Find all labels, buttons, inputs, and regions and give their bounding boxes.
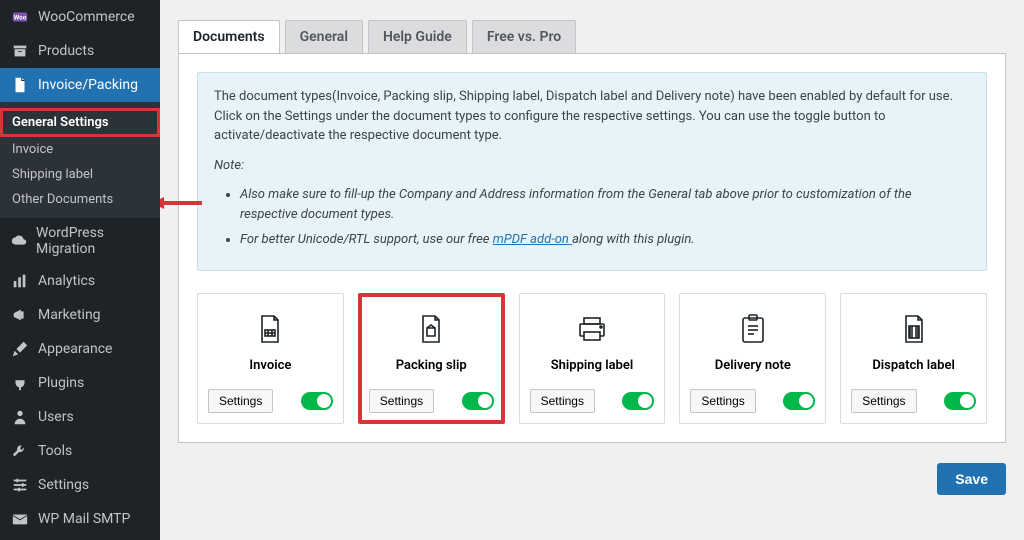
sidebar-item-label: WordPress Migration xyxy=(36,225,150,257)
sidebar-item-wordpress-migration[interactable]: WordPress Migration xyxy=(0,218,160,264)
doc-settings-button[interactable]: Settings xyxy=(369,389,434,413)
chart-icon xyxy=(10,271,30,291)
submenu-item-general-settings[interactable]: General Settings xyxy=(0,108,160,137)
sidebar-item-invoice-packing[interactable]: Invoice/Packing xyxy=(0,68,160,102)
notice-bullet-2: For better Unicode/RTL support, use our … xyxy=(240,230,970,250)
sidebar-item-label: Settings xyxy=(38,477,89,493)
brush-icon xyxy=(10,339,30,359)
doc-card-shipping-label: Shipping label Settings xyxy=(519,293,666,424)
sidebar-item-marketing[interactable]: Marketing xyxy=(0,298,160,332)
save-button[interactable]: Save xyxy=(937,463,1006,495)
sidebar-item-label: Users xyxy=(38,409,74,425)
documents-panel: The document types(Invoice, Packing slip… xyxy=(178,54,1006,443)
sidebar-item-settings[interactable]: Settings xyxy=(0,468,160,502)
sliders-icon xyxy=(10,475,30,495)
plug-icon xyxy=(10,373,30,393)
sidebar-item-products[interactable]: Products xyxy=(0,34,160,68)
main-content: DocumentsGeneralHelp GuideFree vs. Pro T… xyxy=(160,0,1024,540)
admin-sidebar: Woo WooCommerce Products Invoice/Packing Gen… xyxy=(0,0,160,540)
doc-toggle[interactable] xyxy=(783,392,815,410)
info-notice: The document types(Invoice, Packing slip… xyxy=(197,72,987,271)
notice-bullet-1: Also make sure to fill-up the Company an… xyxy=(240,185,970,224)
doc-icon xyxy=(690,308,815,350)
doc-title: Delivery note xyxy=(690,358,815,373)
doc-title: Invoice xyxy=(208,358,333,373)
annotation-arrow xyxy=(160,194,202,212)
tab-documents[interactable]: Documents xyxy=(178,20,280,53)
doc-icon xyxy=(530,308,655,350)
doc-icon xyxy=(208,308,333,350)
doc-card-packing-slip: Packing slip Settings xyxy=(358,293,505,424)
sidebar-item-tools[interactable]: Tools xyxy=(0,434,160,468)
doc-toggle[interactable] xyxy=(944,392,976,410)
submenu-item-other-documents[interactable]: Other Documents xyxy=(0,187,160,212)
mpdf-addon-link[interactable]: mPDF add-on xyxy=(493,232,572,247)
sidebar-item-woocommerce[interactable]: Woo WooCommerce xyxy=(0,0,160,34)
note-label: Note: xyxy=(214,158,244,173)
doc-toggle[interactable] xyxy=(462,392,494,410)
sidebar-item-label: Plugins xyxy=(38,375,84,391)
doc-title: Dispatch label xyxy=(851,358,976,373)
sidebar-item-label: Appearance xyxy=(38,341,112,357)
doc-card-dispatch-label: Dispatch label Settings xyxy=(840,293,987,424)
doc-settings-button[interactable]: Settings xyxy=(208,389,273,413)
doc-settings-button[interactable]: Settings xyxy=(690,389,755,413)
doc-title: Shipping label xyxy=(530,358,655,373)
doc-icon xyxy=(369,308,494,350)
doc-title: Packing slip xyxy=(369,358,494,373)
user-icon xyxy=(10,407,30,427)
sidebar-item-label: WooCommerce xyxy=(38,9,135,25)
sidebar-item-label: Marketing xyxy=(38,307,101,323)
document-cards: InvoiceSettingsPacking slipSettingsShipp… xyxy=(197,293,987,424)
tab-free-vs-pro[interactable]: Free vs. Pro xyxy=(472,20,576,53)
sidebar-item-analytics[interactable]: Analytics xyxy=(0,264,160,298)
doc-toggle[interactable] xyxy=(622,392,654,410)
sidebar-item-wp-mail-smtp[interactable]: WP Mail SMTP xyxy=(0,502,160,536)
tabs-nav: DocumentsGeneralHelp GuideFree vs. Pro xyxy=(178,20,1006,54)
wrench-icon xyxy=(10,441,30,461)
sidebar-item-label: Invoice/Packing xyxy=(38,77,138,93)
doc-settings-button[interactable]: Settings xyxy=(530,389,595,413)
tab-general[interactable]: General xyxy=(285,20,363,53)
doc-card-delivery-note: Delivery note Settings xyxy=(679,293,826,424)
mail-icon xyxy=(10,509,30,529)
sidebar-item-label: Products xyxy=(38,43,94,59)
sidebar-item-label: WP Mail SMTP xyxy=(38,511,130,527)
submenu: General SettingsInvoiceShipping labelOth… xyxy=(0,102,160,218)
cloud-icon xyxy=(10,231,28,251)
woo-icon: Woo xyxy=(10,7,30,27)
sidebar-item-plugins[interactable]: Plugins xyxy=(0,366,160,400)
doc-toggle[interactable] xyxy=(301,392,333,410)
megaphone-icon xyxy=(10,305,30,325)
submenu-item-invoice[interactable]: Invoice xyxy=(0,137,160,162)
doc-settings-button[interactable]: Settings xyxy=(851,389,916,413)
archive-icon xyxy=(10,41,30,61)
svg-text:Woo: Woo xyxy=(14,14,27,22)
doc-icon xyxy=(851,308,976,350)
file-icon xyxy=(10,75,30,95)
sidebar-item-label: Tools xyxy=(38,443,72,459)
tab-help-guide[interactable]: Help Guide xyxy=(368,20,467,53)
doc-card-invoice: Invoice Settings xyxy=(197,293,344,424)
sidebar-item-users[interactable]: Users xyxy=(0,400,160,434)
notice-intro: The document types(Invoice, Packing slip… xyxy=(214,87,970,146)
sidebar-item-appearance[interactable]: Appearance xyxy=(0,332,160,366)
sidebar-item-label: Analytics xyxy=(38,273,95,289)
submenu-item-shipping-label[interactable]: Shipping label xyxy=(0,162,160,187)
